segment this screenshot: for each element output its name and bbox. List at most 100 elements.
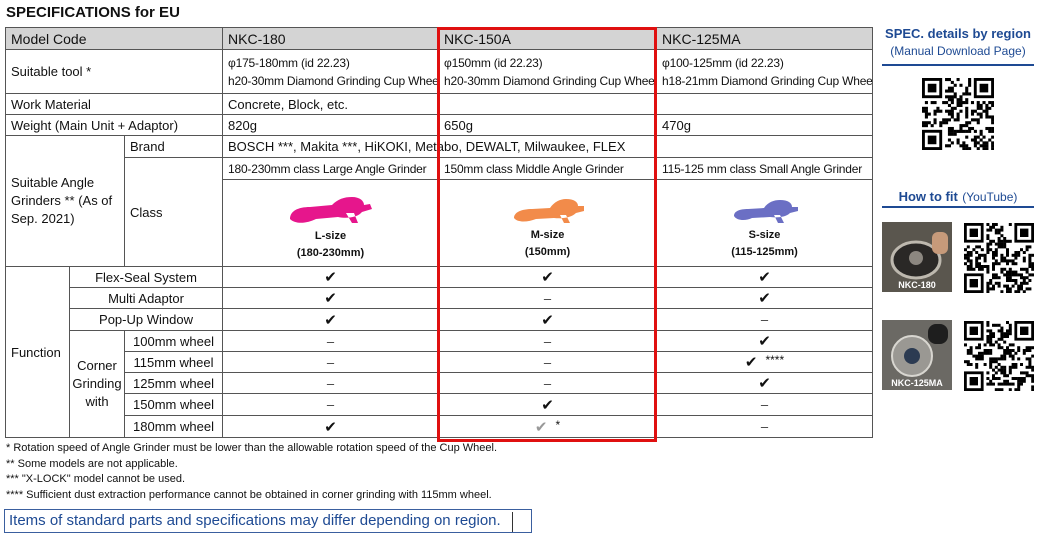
qr-module [1008,276,1012,280]
qr-module [965,89,969,93]
check-icon: ✔ [541,269,554,286]
qr-module [994,357,998,361]
qr-module [969,267,973,271]
qr-module [988,101,992,105]
qr-module [973,138,977,142]
spec-qr-code-icon[interactable] [922,78,994,150]
qr-module [986,228,990,232]
qr-module [969,377,978,386]
qr-module [924,101,928,105]
qr-module [922,124,926,128]
qr-module [985,115,989,119]
flex-seal-nkc-180: ✔ [222,266,440,288]
qr-module [1008,354,1012,358]
qr-module [1011,377,1015,380]
qr-module [1028,273,1032,277]
class-nkc-125ma: 115-125 mm class Small Angle Grinder [656,157,874,180]
qr-module [991,115,994,119]
qr-module [976,121,980,125]
wheel-115-nkc-150a: – [438,351,658,373]
qr-module [956,112,960,116]
check-icon: ✔ [744,354,758,371]
qr-module [980,357,984,361]
qr-module [1000,335,1004,338]
qr-module [988,129,992,133]
qr-module [975,265,979,268]
popup-window-nkc-125ma: – [656,308,874,331]
video-qr-nkc-180-icon[interactable] [964,223,1034,293]
qr-module [1017,290,1021,293]
spec-details-subtitle[interactable]: (Manual Download Page) [880,44,1036,58]
qr-module [997,245,1001,249]
qr-module [950,95,954,99]
qr-module [1011,284,1015,288]
qr-module [969,349,973,352]
qr-module [1008,343,1012,347]
footnote-3: *** "X-LOCK" model cannot be used. [6,473,186,485]
qr-module [992,360,995,364]
qr-module [1020,363,1023,366]
qr-module [978,265,981,268]
video-thumb-nkc-180[interactable]: NKC-180 [882,222,952,292]
qr-module [939,109,943,113]
qr-module [1003,259,1007,263]
qr-module [992,253,995,257]
model-nkc-125ma: NKC-125MA [656,27,874,50]
qr-module [1006,276,1009,280]
footnotes: * Rotation speed of Angle Grinder must b… [6,441,497,503]
qr-module [1008,267,1012,271]
qr-module [989,379,993,383]
qr-module [975,357,979,361]
video-thumb-nkc-125ma[interactable]: NKC-125MA [882,320,952,390]
qr-module [989,357,993,361]
qr-module [1000,242,1004,246]
qr-module [1006,262,1009,266]
qr-module [953,118,957,122]
qr-module [1031,368,1034,372]
qr-module [992,276,995,280]
video-qr-nkc-125ma-icon[interactable] [964,321,1034,391]
qr-module [968,129,972,133]
spec-details-link[interactable]: SPEC. details by region (Manual Download… [880,26,1036,58]
qr-module [1006,290,1009,293]
qr-module [986,321,990,324]
qr-module [1014,377,1018,380]
m-size-range: (150mm) [524,246,571,258]
qr-module [986,281,990,285]
qr-module [1000,365,1004,369]
qr-module [1028,374,1032,378]
dash-icon: – [760,397,769,412]
qr-module [1031,374,1034,378]
qr-module [1025,357,1029,361]
qr-module [986,371,990,375]
check-icon: ✔ [758,375,771,392]
video-label-nkc-125ma: NKC-125MA [891,378,943,388]
qr-module [924,115,928,119]
qr-module [969,251,973,254]
qr-module [989,351,993,355]
qr-module [933,101,937,105]
qr-module [1022,371,1026,375]
qr-module [939,121,943,125]
qr-module [994,262,998,266]
qr-module [997,377,1001,380]
qr-module [986,237,990,240]
check-icon: ✔ [758,333,771,350]
qr-module [985,141,989,145]
qr-module [1003,340,1007,344]
qr-module [1006,351,1009,355]
qr-module [976,101,980,105]
qr-module [1017,377,1021,380]
qr-module [982,135,986,139]
qr-module [947,112,951,116]
qr-module [991,121,994,125]
qr-module [973,141,977,145]
qr-module [989,332,993,336]
qr-module [980,265,984,268]
qr-module [1014,270,1018,274]
qr-module [956,98,960,102]
how-to-fit-subtitle: (YouTube) [962,190,1018,204]
qr-module [986,377,990,380]
qr-module [1003,379,1007,383]
spec-details-title[interactable]: SPEC. details by region [880,26,1036,41]
